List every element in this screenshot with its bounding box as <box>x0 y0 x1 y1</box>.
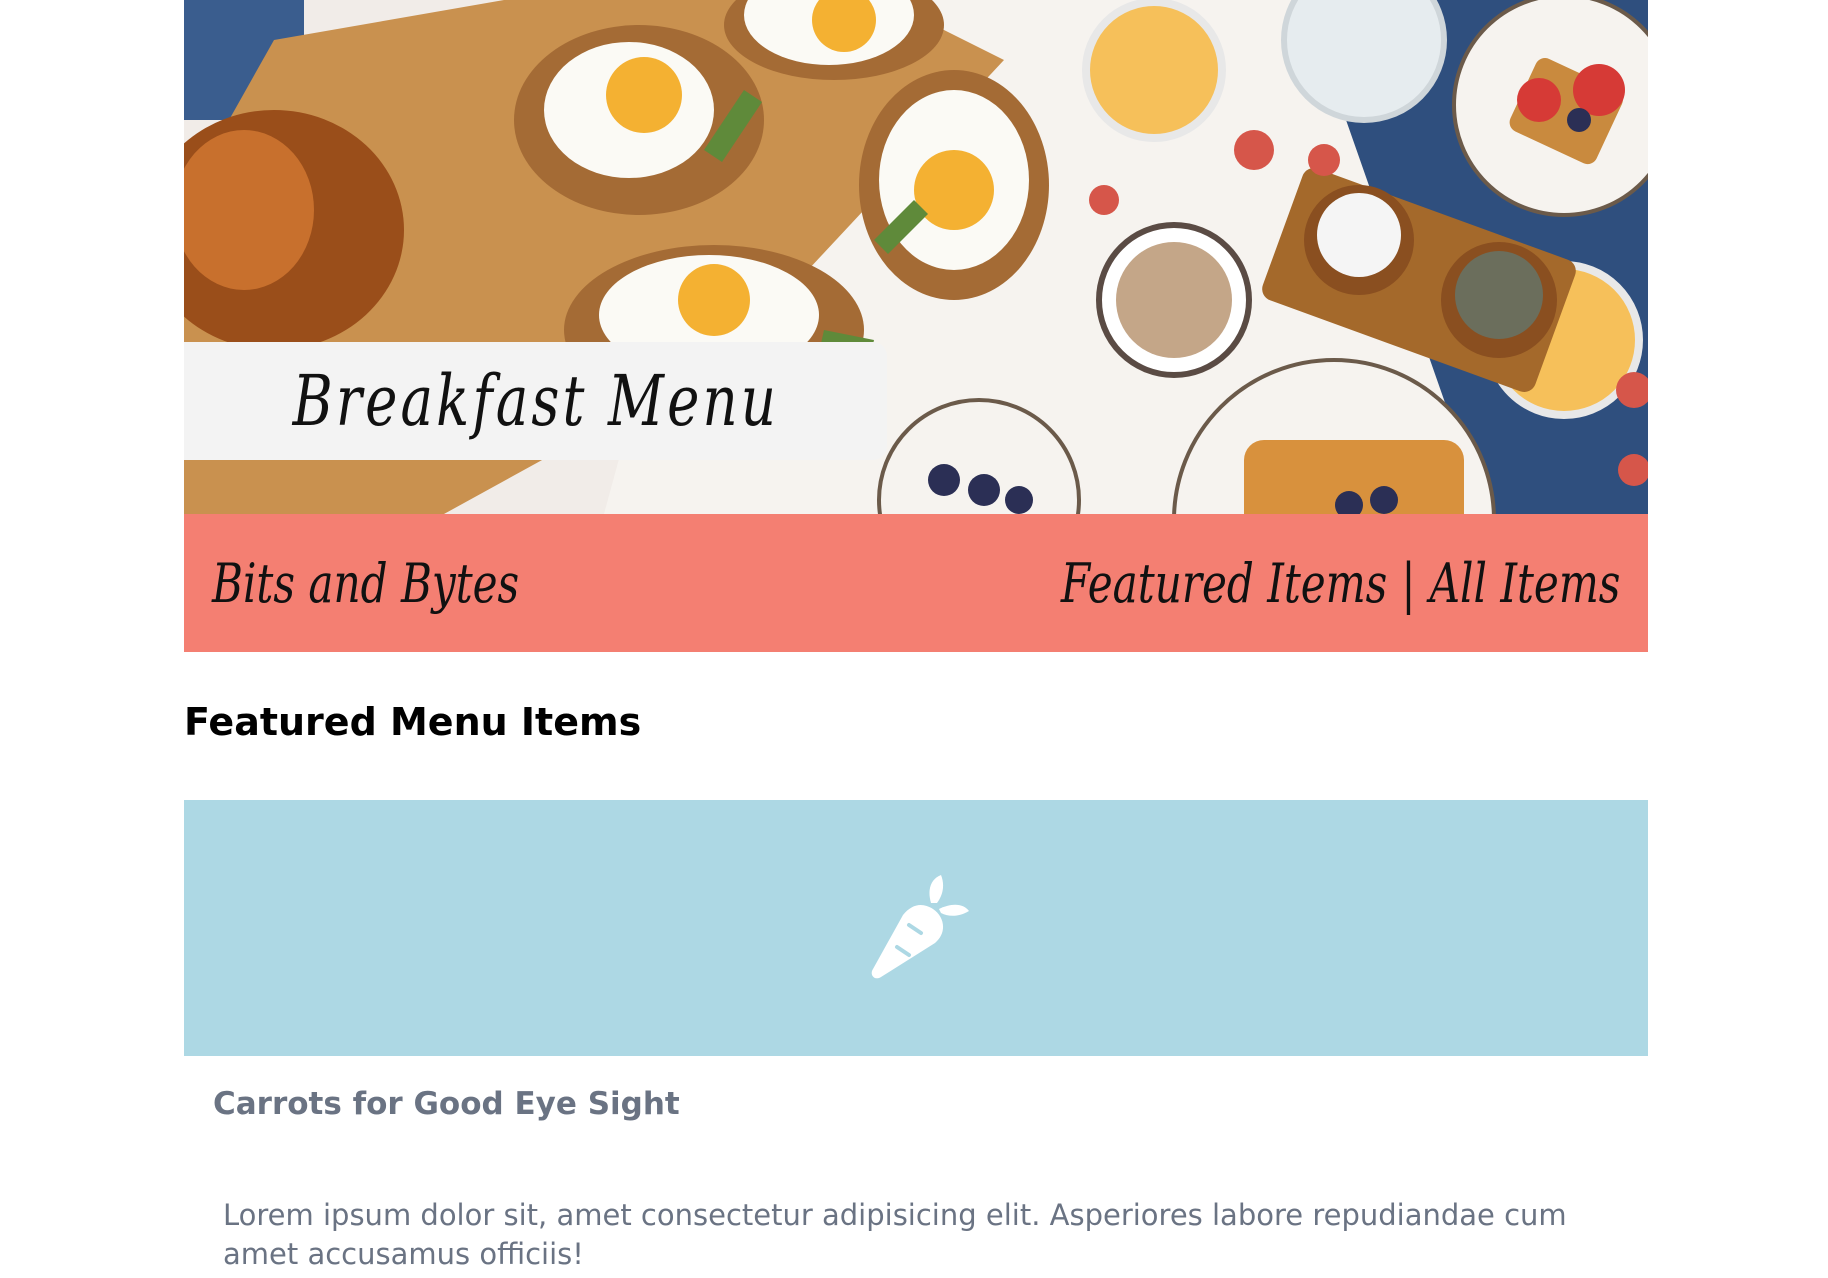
main-container: Breakfast Menu Bits and Bytes Featured I… <box>184 0 1648 1271</box>
navbar: Bits and Bytes Featured Items | All Item… <box>184 514 1648 652</box>
featured-item-title: Carrots for Good Eye Sight <box>213 1086 680 1122</box>
hero-title-card: Breakfast Menu <box>184 342 887 460</box>
carrot-icon <box>871 875 969 979</box>
nav-separator: | <box>1400 551 1416 615</box>
brand-logo[interactable]: Bits and Bytes <box>212 552 519 615</box>
section-title: Featured Menu Items <box>184 700 642 744</box>
featured-item-description: Lorem ipsum dolor sit, amet consectetur … <box>223 1198 1567 1271</box>
featured-item-image <box>184 800 1648 1056</box>
hero-banner: Breakfast Menu <box>184 0 1648 514</box>
nav-link-featured-items[interactable]: Featured Items <box>1060 552 1386 615</box>
page: Breakfast Menu Bits and Bytes Featured I… <box>0 0 1828 1278</box>
hero-title: Breakfast Menu <box>292 360 779 442</box>
nav-link-all-items[interactable]: All Items <box>1429 552 1620 615</box>
nav-links: Featured Items | All Items <box>1060 552 1620 615</box>
